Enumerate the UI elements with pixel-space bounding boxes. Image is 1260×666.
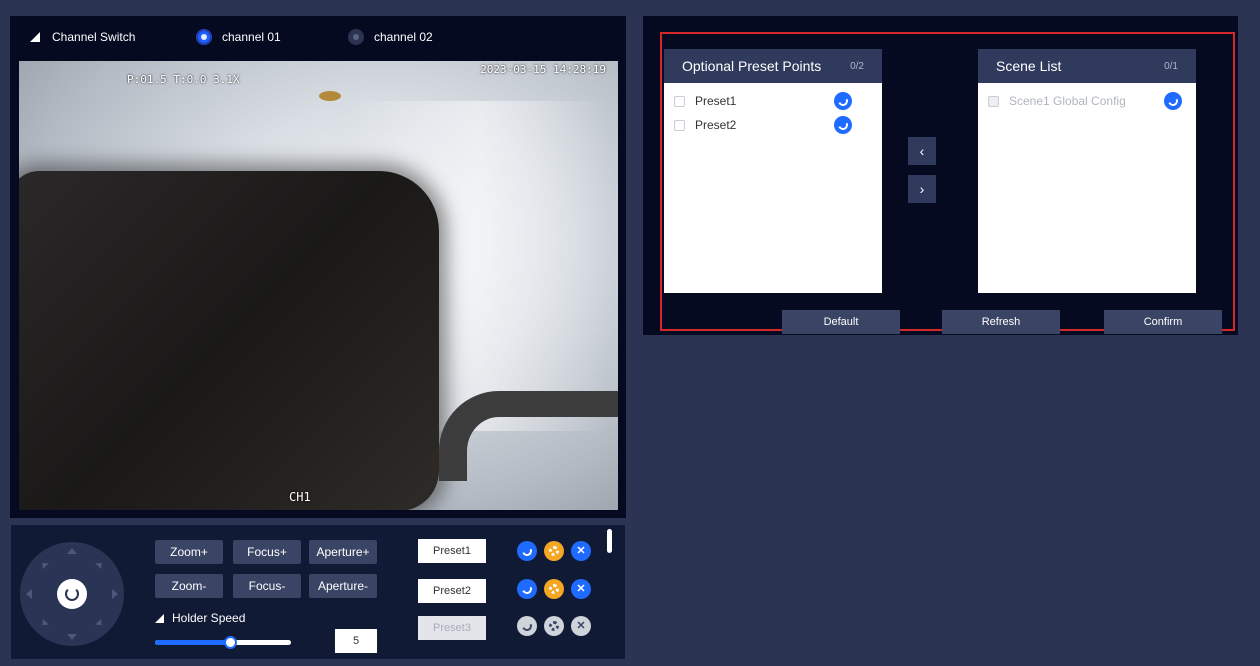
optional-preset-list: Optional Preset Points 0/2 Preset1 Prese… bbox=[664, 49, 882, 293]
scene-list-header: Scene List 0/1 bbox=[978, 49, 1196, 83]
scene-config-panel: Optional Preset Points 0/2 Preset1 Prese… bbox=[643, 16, 1238, 335]
channel-01-label: channel 01 bbox=[222, 30, 281, 44]
move-right-button[interactable]: › bbox=[908, 175, 936, 203]
optional-preset-label: Preset2 bbox=[695, 118, 737, 132]
scene-list-count: 0/1 bbox=[1164, 60, 1178, 72]
pan-down-right-icon[interactable] bbox=[95, 618, 105, 629]
optional-preset-title: Optional Preset Points bbox=[682, 58, 822, 74]
optional-preset-count: 0/2 bbox=[850, 60, 864, 72]
ptz-direction-pad[interactable] bbox=[20, 542, 124, 646]
focus-out-button[interactable]: Focus- bbox=[233, 574, 301, 598]
preset-1-delete-icon[interactable]: ✕ bbox=[571, 541, 591, 561]
refresh-button[interactable]: Refresh bbox=[942, 310, 1060, 334]
holder-speed-slider[interactable] bbox=[155, 636, 291, 649]
zoom-in-button[interactable]: Zoom+ bbox=[155, 540, 223, 564]
preset-2-delete-icon[interactable]: ✕ bbox=[571, 579, 591, 599]
video-osd-channel: CH1 bbox=[289, 490, 311, 504]
preset-1-set-icon[interactable] bbox=[544, 541, 564, 561]
channel-switch-header: Channel Switch channel 01 channel 02 bbox=[10, 16, 626, 60]
aperture-in-button[interactable]: Aperture+ bbox=[309, 540, 377, 564]
preset-1-field[interactable]: Preset1 bbox=[418, 539, 486, 563]
channel-02-label: channel 02 bbox=[374, 30, 433, 44]
aperture-out-button[interactable]: Aperture- bbox=[309, 574, 377, 598]
move-left-button[interactable]: ‹ bbox=[908, 137, 936, 165]
rotate-icon bbox=[65, 587, 79, 601]
pan-down-icon[interactable] bbox=[67, 634, 77, 640]
ptz-control-panel: Zoom+ Focus+ Aperture+ Zoom- Focus- Aper… bbox=[10, 524, 626, 660]
checkbox-icon[interactable] bbox=[988, 95, 999, 107]
holder-speed-label: Holder Speed bbox=[172, 611, 246, 625]
scene-item-label: Scene1 Global Config bbox=[1009, 94, 1126, 108]
collapse-triangle-icon bbox=[155, 613, 164, 623]
checkbox-icon[interactable] bbox=[674, 119, 685, 131]
preset-2-set-icon[interactable] bbox=[544, 579, 564, 599]
focus-in-button[interactable]: Focus+ bbox=[233, 540, 301, 564]
channel-01-option[interactable]: channel 01 bbox=[196, 27, 281, 47]
radio-unselected-icon[interactable] bbox=[348, 29, 364, 45]
goto-preset-icon[interactable] bbox=[834, 116, 852, 134]
video-panel: Channel Switch channel 01 channel 02 P:0… bbox=[10, 16, 626, 518]
video-chair-back bbox=[19, 171, 439, 510]
confirm-button[interactable]: Confirm bbox=[1104, 310, 1222, 334]
pan-right-icon[interactable] bbox=[112, 589, 118, 599]
preset-1-goto-icon[interactable] bbox=[517, 541, 537, 561]
radio-selected-icon[interactable] bbox=[196, 29, 212, 45]
zoom-out-button[interactable]: Zoom- bbox=[155, 574, 223, 598]
preset-3-delete-icon[interactable]: ✕ bbox=[571, 616, 591, 636]
pan-up-right-icon[interactable] bbox=[95, 559, 105, 570]
scene-list-item[interactable]: Scene1 Global Config bbox=[978, 89, 1196, 113]
preset-3-goto-icon[interactable] bbox=[517, 616, 537, 636]
channel-02-option[interactable]: channel 02 bbox=[348, 27, 433, 47]
pan-down-left-icon[interactable] bbox=[39, 618, 49, 629]
goto-scene-icon[interactable] bbox=[1164, 92, 1182, 110]
optional-preset-header: Optional Preset Points 0/2 bbox=[664, 49, 882, 83]
preset-3-set-icon[interactable] bbox=[544, 616, 564, 636]
scene-list: Scene List 0/1 Scene1 Global Config bbox=[978, 49, 1196, 293]
scene-list-title: Scene List bbox=[996, 58, 1062, 74]
ptz-auto-rotate-button[interactable] bbox=[57, 579, 87, 609]
channel-switch-title: Channel Switch bbox=[52, 30, 136, 44]
holder-speed-fill bbox=[155, 640, 230, 645]
live-video-view[interactable]: P:01.5 T:0.0 3.1X 2023-03-15 14:28:19 CH… bbox=[19, 61, 618, 510]
preset-2-field[interactable]: Preset2 bbox=[418, 579, 486, 603]
optional-preset-item[interactable]: Preset2 bbox=[664, 113, 882, 137]
video-ceiling-lamp bbox=[319, 91, 341, 101]
pan-left-icon[interactable] bbox=[26, 589, 32, 599]
pan-up-left-icon[interactable] bbox=[39, 559, 49, 570]
optional-preset-item[interactable]: Preset1 bbox=[664, 89, 882, 113]
collapse-triangle-icon[interactable] bbox=[30, 32, 40, 42]
holder-speed-value[interactable]: 5 bbox=[335, 629, 377, 653]
preset-2-goto-icon[interactable] bbox=[517, 579, 537, 599]
holder-speed-thumb[interactable] bbox=[223, 636, 237, 649]
highlight-frame: Optional Preset Points 0/2 Preset1 Prese… bbox=[660, 32, 1235, 334]
preset-3-field[interactable]: Preset3 bbox=[418, 616, 486, 640]
checkbox-icon[interactable] bbox=[674, 95, 685, 107]
goto-preset-icon[interactable] bbox=[834, 92, 852, 110]
video-chair-arm bbox=[439, 391, 618, 481]
preset-list-scrollbar[interactable] bbox=[607, 529, 612, 553]
pan-up-icon[interactable] bbox=[67, 548, 77, 554]
video-osd-ptz: P:01.5 T:0.0 3.1X bbox=[127, 73, 240, 86]
holder-speed-header[interactable]: Holder Speed bbox=[155, 611, 245, 625]
default-button[interactable]: Default bbox=[782, 310, 900, 334]
optional-preset-label: Preset1 bbox=[695, 94, 737, 108]
video-osd-timestamp: 2023-03-15 14:28:19 bbox=[480, 63, 606, 76]
